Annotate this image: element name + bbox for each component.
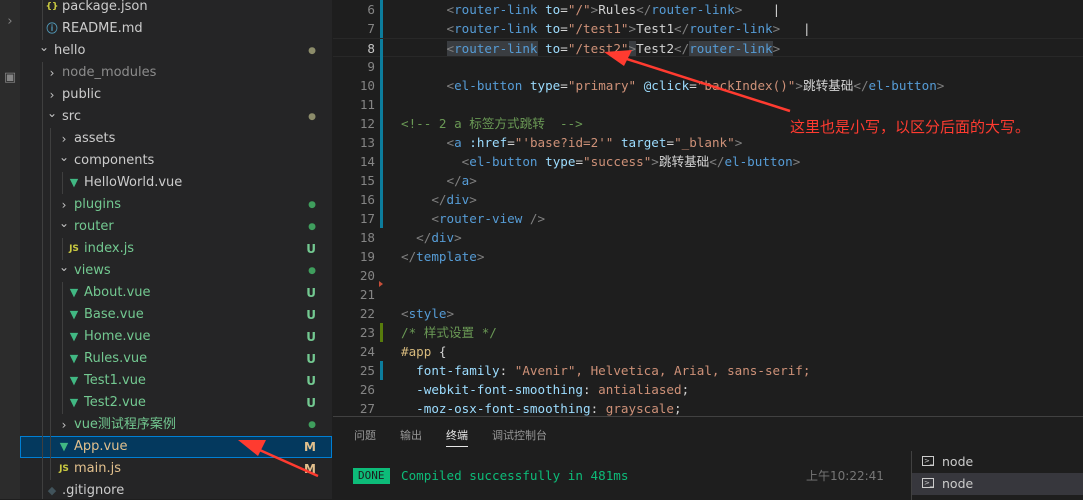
annotation-arrows	[238, 50, 791, 478]
arrow-to-app-vue	[238, 440, 319, 478]
arrow-to-code-line	[604, 50, 791, 113]
